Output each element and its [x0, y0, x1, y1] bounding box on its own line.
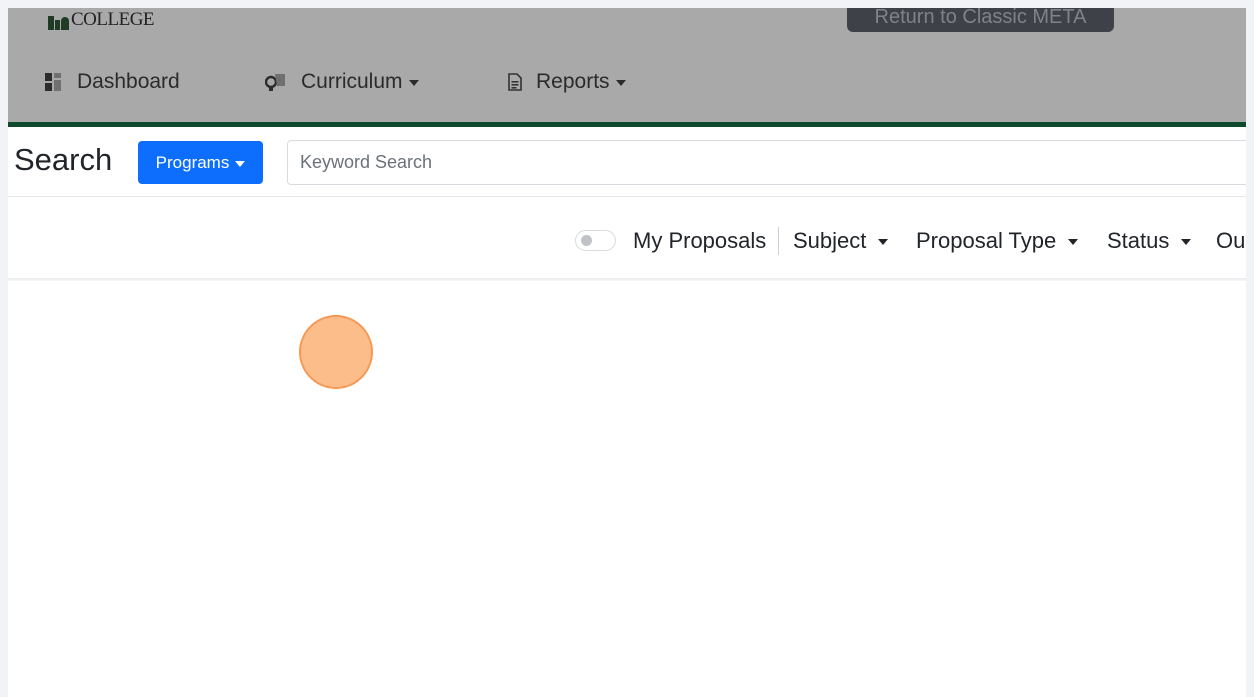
main-nav: Dashboard Curriculum Reports	[8, 64, 1246, 100]
nav-curriculum[interactable]: Curriculum	[265, 64, 419, 100]
nav-dashboard[interactable]: Dashboard	[45, 64, 180, 100]
chevron-down-icon	[1068, 239, 1079, 245]
college-logo-mark	[48, 16, 69, 30]
programs-dropdown-label: Programs	[155, 152, 230, 172]
search-divider	[8, 196, 1246, 197]
subject-filter-label: Subject	[793, 228, 867, 253]
nav-dashboard-label: Dashboard	[77, 70, 180, 93]
curriculum-icon	[265, 72, 287, 92]
proposal-type-filter-dropdown[interactable]: Proposal Type	[916, 224, 1079, 258]
programs-dropdown-button[interactable]: Programs	[138, 141, 263, 184]
search-title: Search	[14, 142, 113, 177]
overflow-filter-dropdown[interactable]: Ou	[1216, 224, 1245, 258]
chevron-down-icon	[615, 80, 626, 86]
return-to-classic-button[interactable]: Return to Classic META	[847, 8, 1114, 32]
status-filter-dropdown[interactable]: Status	[1107, 224, 1192, 258]
reports-document-icon	[508, 73, 522, 91]
nav-reports-label: Reports	[536, 70, 610, 93]
keyword-search-input[interactable]	[287, 140, 1246, 185]
subject-filter-dropdown[interactable]: Subject	[793, 224, 889, 258]
status-filter-label: Status	[1107, 228, 1170, 253]
click-indicator	[299, 315, 373, 389]
chevron-down-icon	[1181, 239, 1192, 245]
college-logo[interactable]: COLLEGE	[48, 8, 155, 30]
nav-curriculum-label: Curriculum	[301, 70, 403, 93]
chevron-down-icon	[878, 239, 889, 245]
nav-reports[interactable]: Reports	[508, 64, 626, 100]
filter-bar: My Proposals Subject Proposal Type Statu…	[8, 224, 1246, 258]
dashboard-icon	[45, 73, 63, 91]
proposal-type-filter-label: Proposal Type	[916, 228, 1057, 253]
filter-divider	[8, 278, 1246, 281]
my-proposals-toggle[interactable]	[575, 230, 616, 251]
toggle-knob	[581, 235, 592, 246]
my-proposals-label[interactable]: My Proposals	[633, 224, 766, 258]
chevron-down-icon	[408, 80, 419, 86]
logo-text: COLLEGE	[71, 9, 155, 30]
filter-separator	[778, 227, 779, 255]
site-header: COLLEGE Return to Classic META Dashboard	[8, 8, 1246, 127]
chevron-down-icon	[235, 160, 246, 167]
app-frame: COLLEGE Return to Classic META Dashboard	[8, 8, 1246, 697]
